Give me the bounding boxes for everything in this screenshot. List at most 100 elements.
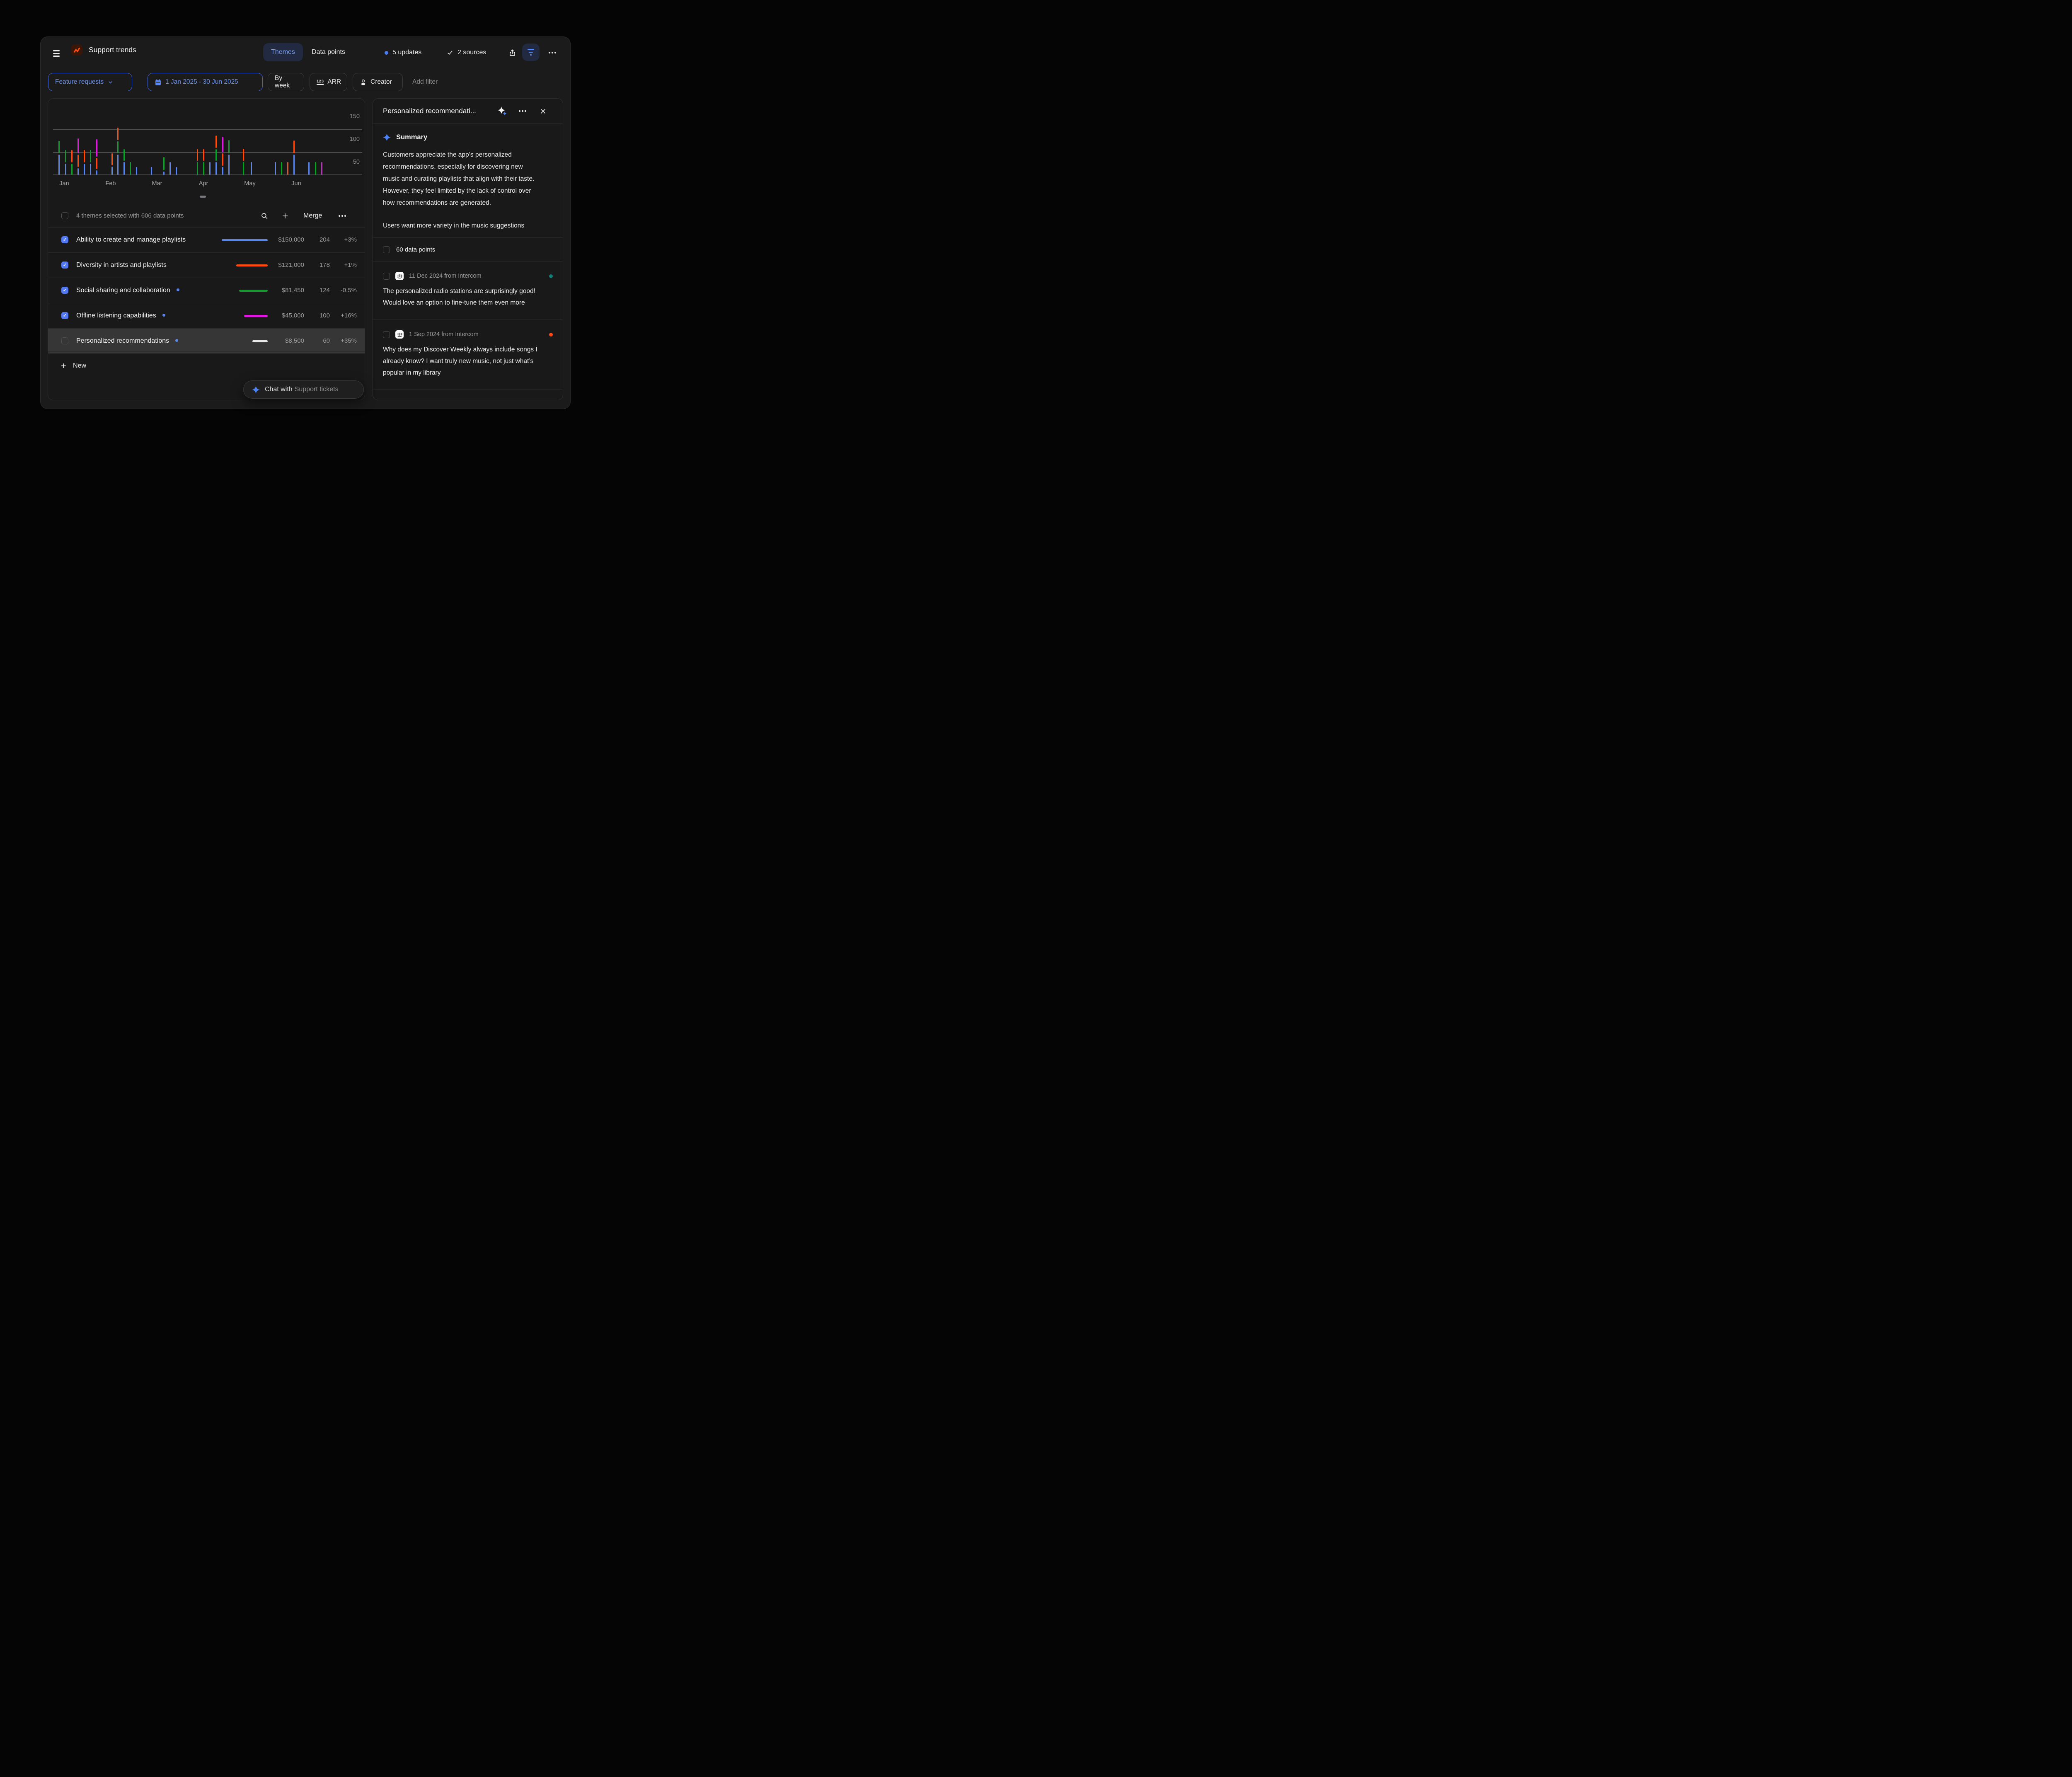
chart-column[interactable]: [117, 99, 119, 175]
bar-segment-blue: [84, 164, 85, 175]
chart-column[interactable]: [275, 99, 276, 175]
intercom-icon: [395, 330, 404, 339]
theme-row[interactable]: ✓Ability to create and manage playlists$…: [48, 227, 365, 252]
chart-column[interactable]: [111, 99, 113, 175]
bar-segment-blue: [117, 155, 119, 175]
share-icon[interactable]: [506, 46, 519, 59]
summary-paragraph-1: Customers appreciate the app’s personali…: [383, 149, 537, 209]
bar-segment-green: [163, 157, 165, 170]
chat-suffix: Support tickets: [295, 386, 339, 393]
bar-segment-green: [130, 162, 131, 175]
datapoint-checkbox[interactable]: ✓: [383, 331, 390, 338]
datapoint-entry-clipped[interactable]: ✓: [373, 390, 563, 400]
chart-column[interactable]: [308, 99, 310, 175]
chart-column[interactable]: [58, 99, 60, 175]
chart-column[interactable]: [228, 99, 230, 175]
search-icon[interactable]: [258, 209, 271, 223]
panel-more-icon[interactable]: [516, 104, 529, 118]
datapoint-entry[interactable]: ✓11 Dec 2024 from IntercomThe personaliz…: [373, 261, 563, 320]
merge-button[interactable]: Merge: [303, 205, 322, 227]
theme-checkbox[interactable]: ✓: [61, 312, 68, 319]
theme-change: -0.5%: [341, 278, 357, 303]
add-filter-button[interactable]: Add filter: [412, 73, 438, 91]
bar-segment-green: [65, 150, 66, 162]
bar-segment-blue: [251, 162, 252, 175]
theme-count: 100: [320, 303, 330, 328]
bar-segment-green: [281, 162, 282, 175]
theme-trend-line: [222, 239, 268, 241]
theme-checkbox[interactable]: ✓: [61, 236, 68, 243]
chart-column[interactable]: [251, 99, 252, 175]
menu-icon[interactable]: [51, 48, 61, 58]
bar-segment-orange: [77, 155, 79, 167]
chart-column[interactable]: [281, 99, 282, 175]
tab-data-points[interactable]: Data points: [304, 43, 353, 61]
theme-row[interactable]: ✓Offline listening capabilities$45,00010…: [48, 303, 365, 328]
bar-segment-orange: [96, 158, 97, 169]
chart-column[interactable]: [65, 99, 66, 175]
chart-column[interactable]: [169, 99, 171, 175]
ai-sparkles-icon[interactable]: [496, 104, 509, 118]
update-dot-icon: [177, 288, 179, 291]
chart-column[interactable]: [176, 99, 177, 175]
theme-arr-value: $150,000: [278, 228, 304, 252]
chart-column[interactable]: [130, 99, 131, 175]
creator-filter[interactable]: Creator: [353, 73, 403, 91]
chart-column[interactable]: [222, 99, 223, 175]
theme-row[interactable]: ✓Personalized recommendations$8,50060+35…: [48, 328, 365, 353]
chart-column[interactable]: [315, 99, 316, 175]
more-icon[interactable]: [545, 47, 559, 58]
chart-column[interactable]: [123, 99, 125, 175]
datapoint-entry[interactable]: ✓1 Sep 2024 from IntercomWhy does my Dis…: [373, 320, 563, 390]
filter-icon[interactable]: [522, 44, 540, 61]
list-more-icon[interactable]: [336, 209, 349, 223]
chart-column[interactable]: [163, 99, 165, 175]
chart-column[interactable]: [287, 99, 288, 175]
sources-label: 2 sources: [457, 49, 486, 56]
chart-column[interactable]: [90, 99, 91, 175]
sources-indicator[interactable]: 2 sources: [447, 46, 486, 59]
chart-column[interactable]: [203, 99, 204, 175]
chart-column[interactable]: [321, 99, 322, 175]
select-all-checkbox[interactable]: ✓: [61, 212, 68, 219]
datapoints-checkbox[interactable]: ✓: [383, 246, 390, 253]
bar-segment-green: [243, 162, 244, 175]
chart-column[interactable]: [77, 99, 79, 175]
chart-column[interactable]: [293, 99, 295, 175]
panel-header: Personalized recommendati...: [373, 99, 563, 124]
theme-type-filter[interactable]: Feature requests: [48, 73, 132, 91]
chart-column[interactable]: [151, 99, 152, 175]
close-icon[interactable]: [536, 104, 549, 118]
chart-scroll-pill[interactable]: [200, 196, 206, 198]
theme-count: 204: [320, 228, 330, 252]
theme-row[interactable]: ✓Social sharing and collaboration$81,450…: [48, 278, 365, 303]
theme-row[interactable]: ✓Diversity in artists and playlists$121,…: [48, 252, 365, 278]
bar-segment-green: [117, 141, 119, 153]
updates-indicator[interactable]: 5 updates: [385, 46, 421, 59]
chart-column[interactable]: [136, 99, 137, 175]
add-theme-icon[interactable]: [278, 209, 292, 223]
chart-column[interactable]: [243, 99, 244, 175]
granularity-label: By week: [275, 75, 297, 90]
new-theme-button[interactable]: + New: [48, 351, 365, 380]
chart-column[interactable]: [209, 99, 211, 175]
chart-column[interactable]: [96, 99, 97, 175]
date-range-filter[interactable]: 1 Jan 2025 - 30 Jun 2025: [148, 73, 263, 91]
chat-button[interactable]: Chat with Support tickets: [243, 380, 364, 399]
bar-segment-blue: [96, 170, 97, 175]
check-icon: [447, 49, 453, 56]
chart-column[interactable]: [71, 99, 73, 175]
granularity-filter[interactable]: By week: [268, 73, 304, 91]
app-logo-icon: [71, 44, 82, 56]
chart-column[interactable]: [215, 99, 217, 175]
theme-checkbox[interactable]: ✓: [61, 287, 68, 294]
tab-themes[interactable]: Themes: [263, 43, 303, 61]
bar-segment-green: [203, 162, 204, 175]
theme-checkbox[interactable]: ✓: [61, 261, 68, 269]
arr-filter[interactable]: 123 ARR: [310, 73, 347, 91]
datapoint-checkbox[interactable]: ✓: [383, 273, 390, 280]
chart-column[interactable]: [197, 99, 198, 175]
bar-segment-blue: [308, 162, 310, 175]
chart-column[interactable]: [84, 99, 85, 175]
theme-checkbox[interactable]: ✓: [61, 337, 68, 344]
